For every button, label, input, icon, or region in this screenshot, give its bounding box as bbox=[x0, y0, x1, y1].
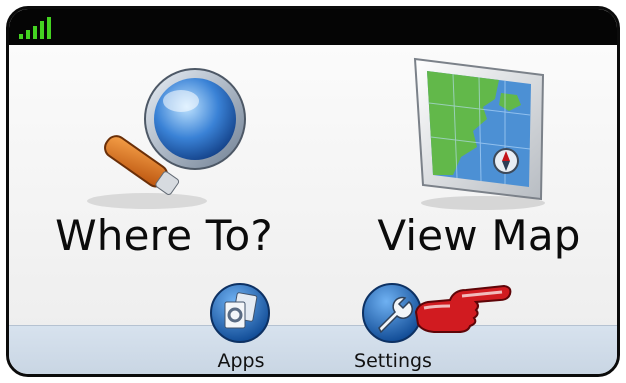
apps-icon bbox=[210, 283, 270, 343]
magnifying-glass-icon bbox=[87, 68, 246, 209]
signal-strength-icon bbox=[19, 17, 51, 39]
gps-device-screen: Where To? View Map Apps Settings bbox=[6, 6, 620, 377]
apps-button[interactable]: Apps bbox=[181, 282, 301, 374]
bottom-bar: Apps Settings bbox=[9, 283, 617, 374]
map-icon bbox=[413, 57, 545, 210]
apps-label: Apps bbox=[217, 350, 265, 372]
view-map-button[interactable]: View Map bbox=[359, 45, 599, 295]
where-to-button[interactable]: Where To? bbox=[39, 45, 289, 295]
main-menu: Where To? View Map bbox=[9, 45, 617, 333]
status-bar bbox=[9, 9, 617, 45]
settings-label: Settings bbox=[354, 350, 432, 372]
view-map-label: View Map bbox=[377, 211, 581, 260]
pointing-hand-icon bbox=[414, 284, 512, 333]
where-to-label: Where To? bbox=[55, 211, 273, 260]
